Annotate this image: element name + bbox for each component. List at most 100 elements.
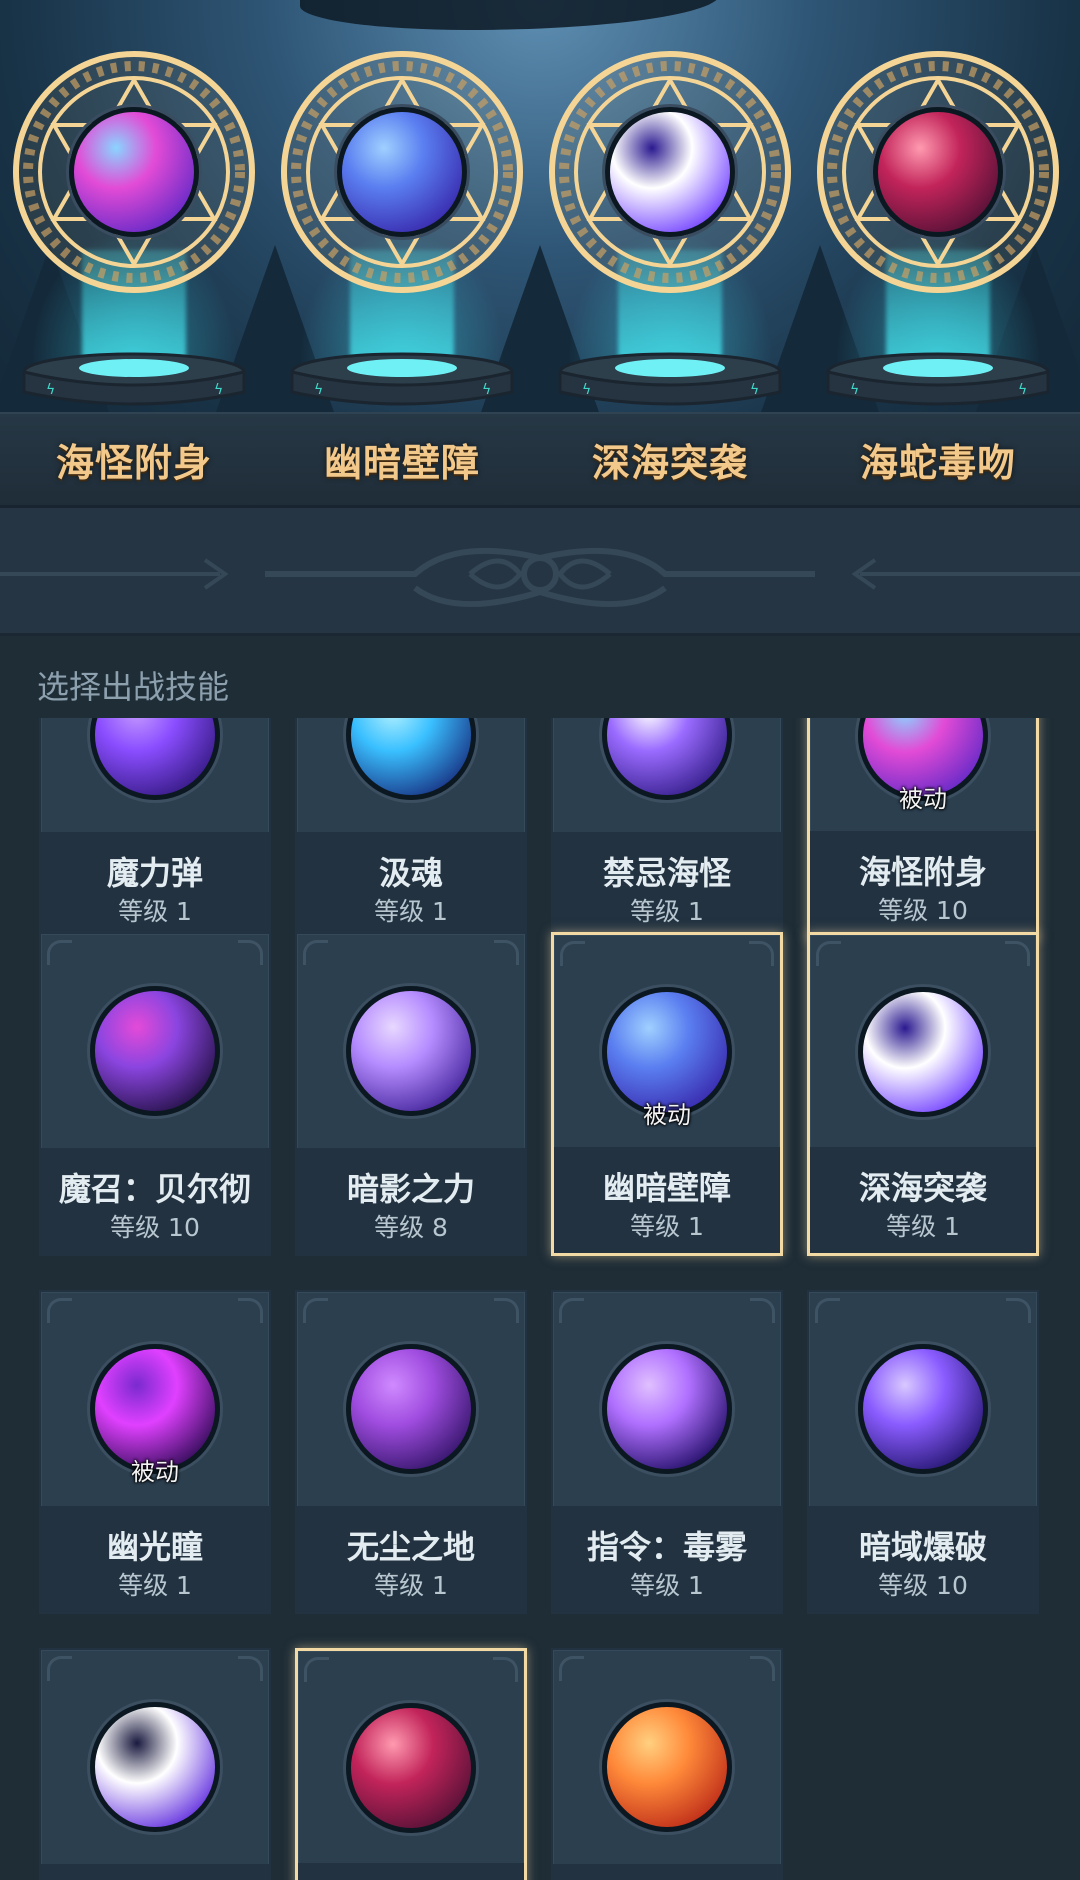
equipped-slot-4[interactable]: ϟ ϟ 海蛇毒吻 [804,0,1072,505]
select-skills-title: 选择出战技能 [37,668,230,706]
skill-card[interactable]: 深海突袭等级 1 [807,932,1039,1256]
skill-name: 暗影之力 [346,1170,475,1208]
card-corner-ornament [47,1656,72,1681]
dustless-land-icon [346,1344,476,1474]
equipped-skill-name: 海怪附身 [55,441,212,485]
card-corner-ornament [238,1298,263,1323]
card-corner-ornament [47,1298,72,1323]
forbidden-kraken-icon [602,718,732,800]
shadow-power-icon [346,986,476,1116]
deep-sea-strike-icon [605,107,735,237]
passive-badge: 被动 [131,1458,179,1486]
svg-text:ϟ: ϟ [850,382,859,398]
skill-card[interactable]: 指令：毒雾等级 1 [551,1290,783,1614]
pedestal: ϟϟ [558,352,782,406]
equipped-skills-panel: ϟ ϟ 海怪附身 ϟ ϟ 幽暗壁障 ϟ ϟ 深海突袭 ϟ ϟ 海蛇毒吻 [0,0,1080,505]
moon-eclipse-icon [90,1702,220,1832]
card-corner-ornament [560,941,585,966]
svg-text:ϟ: ϟ [314,382,323,398]
card-corner-ornament [750,1656,775,1681]
skill-level: 等级 10 [110,1213,200,1242]
card-info-panel [553,1864,781,1880]
skill-name: 禁忌海怪 [602,854,731,892]
card-corner-ornament [749,941,774,966]
svg-text:ϟ: ϟ [482,382,491,398]
deep-sea-strike-icon [858,987,988,1117]
passive-badge: 被动 [899,785,947,813]
card-corner-ornament [1006,1298,1031,1323]
skill-name: 魔召：贝尔彻 [58,1170,251,1208]
skill-card[interactable] [295,1648,527,1880]
card-info-panel [41,1864,269,1880]
skill-level: 等级 1 [118,897,192,926]
card-info-panel [298,1863,524,1880]
flame-sword-icon [602,1702,732,1832]
card-corner-ornament [303,940,328,965]
card-corner-ornament [238,940,263,965]
equipped-skill-name: 深海突袭 [591,441,748,485]
skill-card[interactable] [39,1648,271,1880]
svg-text:ϟ: ϟ [46,382,55,398]
card-corner-ornament [1005,941,1030,966]
svg-text:ϟ: ϟ [582,382,591,398]
pedestal: ϟϟ [22,352,246,406]
card-corner-ornament [494,940,519,965]
equipped-slot-1[interactable]: ϟ ϟ 海怪附身 [0,0,268,505]
card-corner-ornament [750,1298,775,1323]
card-corner-ornament [559,1656,584,1681]
skill-card[interactable] [551,1648,783,1880]
card-corner-ornament [303,1298,328,1323]
skill-level: 等级 10 [878,1571,968,1600]
skill-level: 等级 8 [374,1213,448,1242]
card-corner-ornament [559,1298,584,1323]
skill-name: 魔力弹 [106,854,203,892]
skill-level: 等级 1 [118,1571,192,1600]
card-corner-ornament [304,1657,329,1682]
equipped-slot-3[interactable]: ϟ ϟ 深海突袭 [536,0,804,505]
equipped-skill-name: 海蛇毒吻 [859,441,1016,485]
skill-name: 指令：毒雾 [586,1528,747,1566]
skill-level: 等级 10 [878,896,968,925]
skill-card[interactable]: 禁忌海怪等级 1 [551,718,783,940]
skill-card[interactable]: 魔力弹等级 1 [39,718,271,940]
svg-text:ϟ: ϟ [214,382,223,398]
skill-level: 等级 1 [630,1571,704,1600]
skill-name: 汲魂 [378,854,443,892]
card-corner-ornament [815,1298,840,1323]
skill-name: 暗域爆破 [858,1528,987,1566]
card-corner-ornament [493,1657,518,1682]
pedestal: ϟϟ [290,352,514,406]
card-corner-ornament [47,940,72,965]
skill-level: 等级 1 [886,1212,960,1241]
card-corner-ornament [494,1298,519,1323]
card-corner-ornament [238,1656,263,1681]
svg-text:ϟ: ϟ [750,382,759,398]
skill-name: 深海突袭 [858,1169,987,1207]
skill-card[interactable]: 魔召：贝尔彻等级 10 [39,932,271,1256]
skill-card[interactable]: 被动 海怪附身 等级 10 [807,718,1039,940]
card-corner-ornament [816,941,841,966]
pedestal: ϟϟ [826,352,1050,406]
skill-level: 等级 1 [374,897,448,926]
skill-name: 幽光瞳 [106,1528,203,1566]
skill-card[interactable]: 暗域爆破等级 10 [807,1290,1039,1614]
divider-ornament [0,505,1080,636]
magic-bolt-icon [90,718,220,800]
skill-grid: 魔力弹 等级 1 汲魂 等级 1 禁忌海怪 等级 1 被动 海怪附身 等级 10 魔召：贝尔彻 等级… [0,718,1080,1880]
skill-level: 等级 1 [630,897,704,926]
skill-card[interactable]: 被动幽光瞳等级 1 [39,1290,271,1614]
poison-fog-icon [602,1344,732,1474]
skill-card[interactable]: 暗影之力等级 8 [295,932,527,1256]
equipped-slot-2[interactable]: ϟ ϟ 幽暗壁障 [268,0,536,505]
skill-level: 等级 1 [374,1571,448,1600]
dark-cube-icon [858,1344,988,1474]
skill-card[interactable]: 汲魂等级 1 [295,718,527,940]
skill-card[interactable]: 被动 幽暗壁障 等级 1 [551,932,783,1256]
skill-name: 无尘之地 [346,1528,475,1566]
skill-name: 幽暗壁障 [602,1169,731,1207]
dark-barrier-icon [337,107,467,237]
svg-text:ϟ: ϟ [1018,382,1027,398]
soul-drain-icon [346,718,476,800]
skill-card[interactable]: 无尘之地等级 1 [295,1290,527,1614]
summon-belch-icon [90,986,220,1116]
